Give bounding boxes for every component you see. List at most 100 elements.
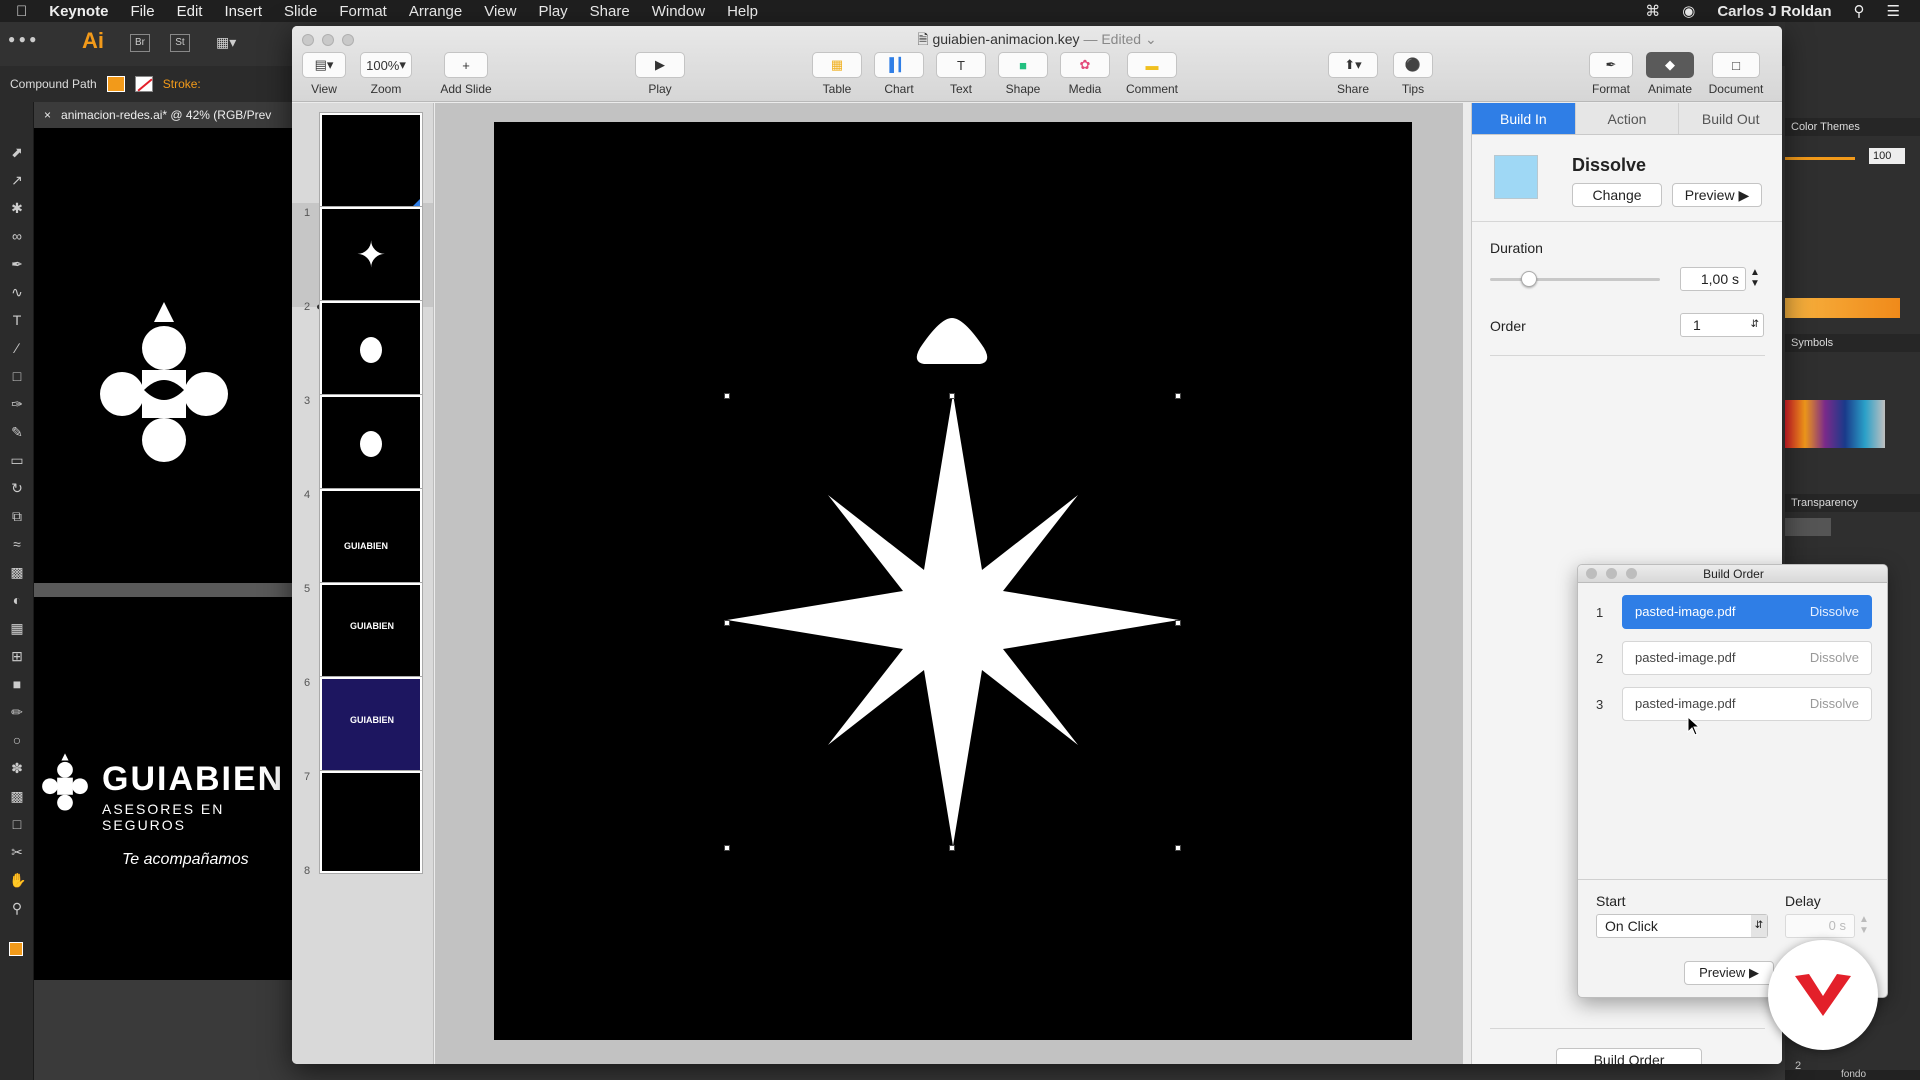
plus-icon[interactable]: + — [444, 52, 488, 78]
direct-selection-tool-icon[interactable]: ↗ — [9, 172, 25, 188]
selection-tool-icon[interactable]: ⬈ — [9, 144, 25, 160]
rectangle-tool-icon[interactable]: □ — [9, 368, 25, 384]
build-row-3[interactable]: pasted-image.pdf Dissolve — [1622, 687, 1872, 721]
selection-handle[interactable] — [1175, 393, 1181, 399]
title-chevron-icon[interactable]: ⌄ — [1145, 31, 1157, 47]
tips-icon[interactable]: ⚫ — [1393, 52, 1433, 78]
workspace-icon[interactable]: ▦▾ — [216, 34, 236, 51]
rotate-tool-icon[interactable]: ↻ — [9, 480, 25, 496]
blend-tool-icon[interactable]: ○ — [9, 732, 25, 748]
fill-swatch[interactable] — [106, 76, 125, 92]
start-select[interactable]: On Click ⇵ — [1596, 914, 1768, 938]
table-icon[interactable]: ▦ — [812, 52, 862, 78]
duration-slider-track[interactable] — [1490, 278, 1660, 281]
line-tool-icon[interactable]: ∕ — [9, 340, 25, 356]
scale-tool-icon[interactable]: ⧉ — [9, 508, 25, 524]
hand-tool-icon[interactable]: ✋ — [9, 872, 26, 888]
eyedropper-tool-icon[interactable]: ✏ — [9, 704, 25, 720]
selection-handle[interactable] — [1175, 845, 1181, 851]
menu-file[interactable]: File — [130, 3, 154, 20]
slide-thumbnail-1[interactable] — [320, 113, 422, 215]
duration-slider-knob[interactable] — [1520, 271, 1537, 287]
duration-field[interactable]: 1,00 s — [1680, 267, 1746, 291]
preview-button[interactable]: Preview ▶ — [1672, 183, 1762, 207]
fill-color-icon[interactable] — [9, 942, 23, 956]
selection-handle[interactable] — [949, 393, 955, 399]
duration-stepper-icon[interactable]: ▲ ▼ — [1748, 267, 1762, 291]
animate-tool[interactable]: ◆ Animate — [1640, 52, 1700, 96]
shape-builder-tool-icon[interactable]: ◐ — [9, 592, 25, 608]
zoom-panel-button[interactable] — [1626, 568, 1637, 579]
notification-center-icon[interactable]: ☰ — [1887, 2, 1900, 20]
shape-tool[interactable]: ■ Shape — [998, 52, 1048, 96]
play-tool[interactable]: ▶ Play — [630, 52, 690, 96]
comment-tool[interactable]: ▬ Comment — [1122, 52, 1182, 96]
menu-format[interactable]: Format — [339, 3, 387, 20]
text-icon[interactable]: T — [936, 52, 986, 78]
menu-app[interactable]: Keynote — [49, 3, 108, 20]
slide-thumbnail-8[interactable] — [320, 771, 422, 873]
share-icon[interactable]: ⬆▾ — [1328, 52, 1378, 78]
selection-handle[interactable] — [1175, 620, 1181, 626]
build-row-2[interactable]: pasted-image.pdf Dissolve — [1622, 641, 1872, 675]
gradient-tool-icon[interactable]: ■ — [9, 676, 25, 692]
add-slide-tool[interactable]: + Add Slide — [434, 52, 498, 96]
build-order-button[interactable]: Build Order — [1556, 1048, 1702, 1064]
menu-slide[interactable]: Slide — [284, 3, 317, 20]
free-transform-tool-icon[interactable]: ▩ — [9, 564, 25, 580]
menu-arrange[interactable]: Arrange — [409, 3, 462, 20]
artboard-tool-icon[interactable]: □ — [9, 816, 25, 832]
share-tool[interactable]: ⬆▾ Share — [1328, 52, 1378, 96]
selection-handle[interactable] — [724, 620, 730, 626]
bridge-icon[interactable]: Br — [130, 34, 150, 52]
view-icon[interactable]: ▤▾ — [302, 52, 346, 78]
color-slider-track[interactable] — [1785, 157, 1855, 160]
eraser-tool-icon[interactable]: ▭ — [9, 452, 25, 468]
slide-thumbnail-4[interactable] — [320, 395, 422, 497]
opacity-value[interactable]: 100 — [1869, 148, 1905, 164]
pen-tool-icon[interactable]: ✒ — [9, 256, 25, 272]
menu-view[interactable]: View — [484, 3, 516, 20]
illustrator-document-tab[interactable]: × animacion-redes.ai* @ 42% (RGB/Prev — [34, 102, 296, 128]
text-tool[interactable]: T Text — [936, 52, 986, 96]
record-icon[interactable]: ◉ — [1682, 2, 1695, 20]
tab-action[interactable]: Action — [1576, 103, 1680, 134]
close-tab-icon[interactable]: × — [44, 108, 51, 122]
stroke-swatch[interactable] — [134, 76, 153, 92]
effect-swatch[interactable] — [1494, 155, 1538, 199]
selection-handle[interactable] — [949, 845, 955, 851]
slice-tool-icon[interactable]: ✂ — [9, 844, 25, 860]
view-tool[interactable]: ▤▾ View — [302, 52, 346, 96]
zoom-tool-icon[interactable]: ⚲ — [9, 900, 25, 916]
slide-thumbnail-2[interactable]: ✦ — [320, 207, 422, 309]
menu-edit[interactable]: Edit — [177, 3, 203, 20]
zoom-value[interactable]: 100% ▾ — [360, 52, 412, 78]
magic-wand-tool-icon[interactable]: ✱ — [9, 200, 25, 216]
close-panel-button[interactable] — [1586, 568, 1597, 579]
build-order-preview-button[interactable]: Preview ▶ — [1684, 961, 1774, 985]
slide-thumbnail-7[interactable]: GUIABIEN — [320, 677, 422, 779]
format-tool[interactable]: ✒ Format — [1584, 52, 1638, 96]
order-select[interactable]: 1 ⇵ — [1680, 313, 1764, 337]
perspective-grid-tool-icon[interactable]: ▦ — [9, 620, 25, 636]
selection-handle[interactable] — [724, 845, 730, 851]
format-icon[interactable]: ✒ — [1589, 52, 1633, 78]
delay-field[interactable]: 0 s — [1785, 914, 1855, 938]
menu-insert[interactable]: Insert — [224, 3, 262, 20]
menu-share[interactable]: Share — [590, 3, 630, 20]
table-tool[interactable]: ▦ Table — [812, 52, 862, 96]
gradient-swatch[interactable] — [1785, 298, 1900, 318]
tab-build-in[interactable]: Build In — [1472, 103, 1576, 134]
chart-icon[interactable]: ▌▎ — [874, 52, 924, 78]
zoom-tool[interactable]: 100% ▾ Zoom — [360, 52, 412, 96]
delay-stepper-icon[interactable]: ▲ ▼ — [1857, 914, 1871, 938]
media-icon[interactable]: ✿ — [1060, 52, 1110, 78]
slide-canvas[interactable] — [494, 122, 1412, 1040]
animate-icon[interactable]: ◆ — [1646, 52, 1694, 78]
slide-thumbnail-5[interactable]: GUIABIEN — [320, 489, 422, 591]
stroke-label[interactable]: Stroke: — [163, 77, 201, 91]
color-themes-panel-header[interactable]: Color Themes — [1785, 118, 1920, 136]
type-tool-icon[interactable]: T — [9, 312, 25, 328]
document-icon[interactable]: □ — [1712, 52, 1760, 78]
chart-tool[interactable]: ▌▎ Chart — [874, 52, 924, 96]
